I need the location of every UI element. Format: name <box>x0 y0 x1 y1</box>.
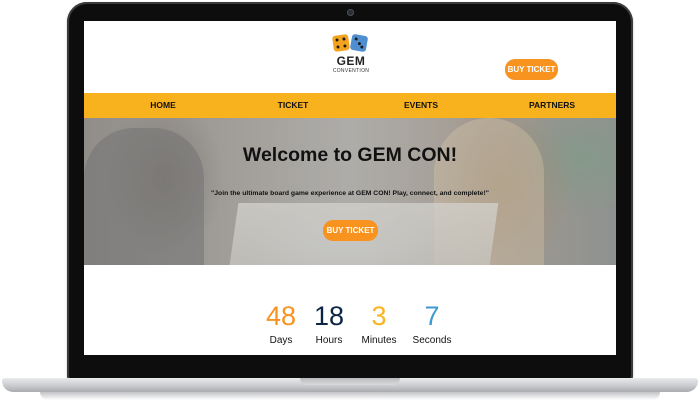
nav-item-partners[interactable]: PARTNERS <box>524 93 580 118</box>
hero-tagline: "Join the ultimate board game experience… <box>211 190 489 197</box>
hero-title: Welcome to GEM CON! <box>242 144 458 166</box>
camera-icon <box>347 9 354 16</box>
dice-logo-icon <box>349 33 369 53</box>
countdown-seconds-label: Seconds <box>412 335 452 346</box>
logo-title: GEM <box>336 54 366 68</box>
dice-logo-icon <box>331 33 351 53</box>
main-nav: HOME TICKET EVENTS PARTNERS <box>84 93 616 118</box>
countdown-timer: 48 Days 18 Hours 3 Minutes 7 Seconds <box>84 265 616 355</box>
nav-item-events[interactable]: EVENTS <box>399 93 443 118</box>
countdown-seconds-value: 7 <box>424 301 440 331</box>
site-header: GEM CONVENTION BUY TICKET <box>84 21 616 93</box>
site-logo[interactable]: GEM CONVENTION <box>331 33 371 83</box>
logo-subtitle: CONVENTION <box>332 68 370 74</box>
hero-banner: Welcome to GEM CON! "Join the ultimate b… <box>84 118 616 265</box>
nav-item-ticket[interactable]: TICKET <box>271 93 315 118</box>
laptop-shadow <box>40 392 660 400</box>
countdown-minutes-value: 3 <box>371 301 387 331</box>
nav-item-home[interactable]: HOME <box>142 93 184 118</box>
laptop-notch <box>300 378 400 385</box>
hero-buy-ticket-button[interactable]: BUY TICKET <box>323 220 378 241</box>
countdown-minutes-label: Minutes <box>361 335 397 346</box>
header-buy-ticket-button[interactable]: BUY TICKET <box>505 59 558 80</box>
website-screen: GEM CONVENTION BUY TICKET HOME TICKET EV… <box>84 21 616 355</box>
